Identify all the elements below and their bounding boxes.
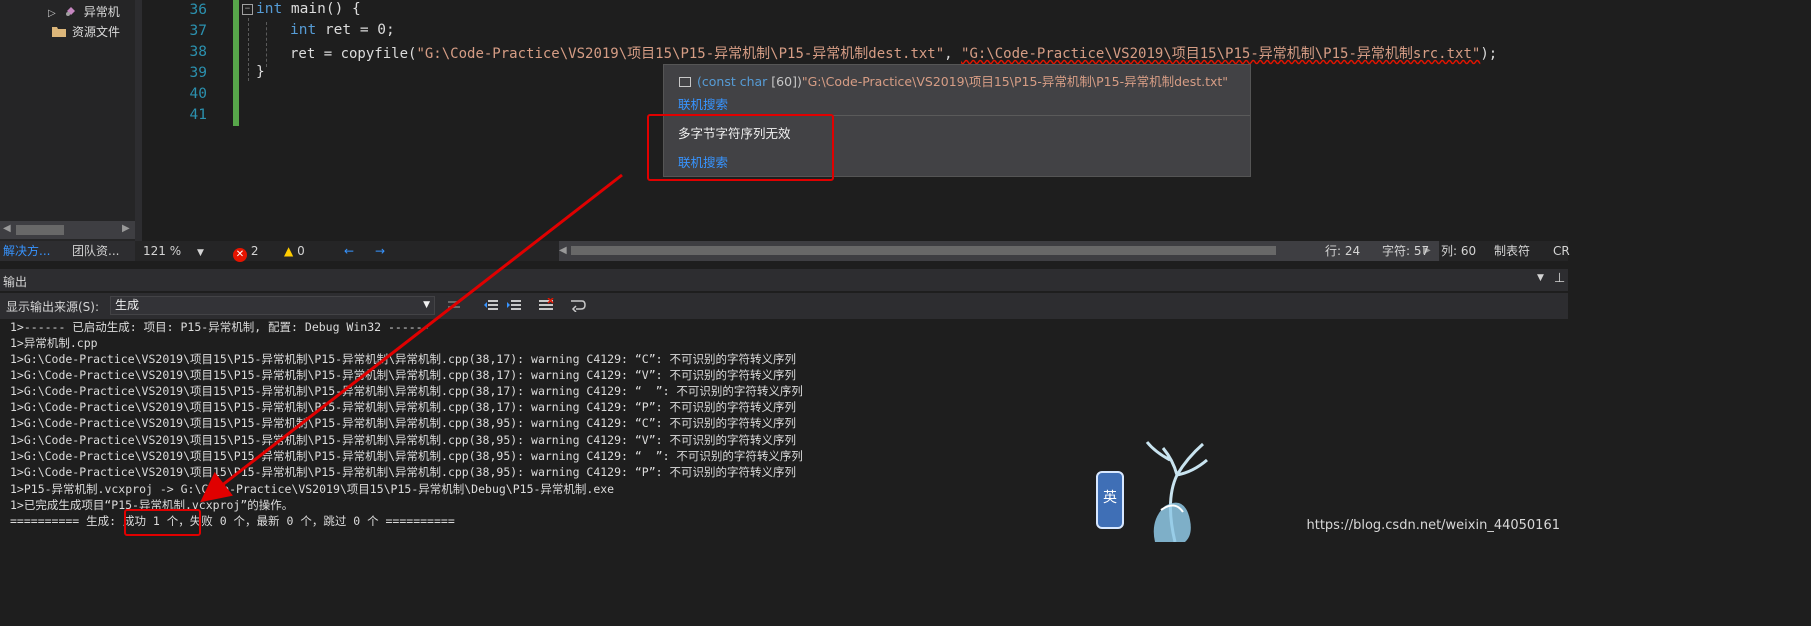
watermark-text: https://blog.csdn.net/weixin_44050161: [1306, 518, 1560, 533]
annotation-arrow: [200, 173, 623, 503]
